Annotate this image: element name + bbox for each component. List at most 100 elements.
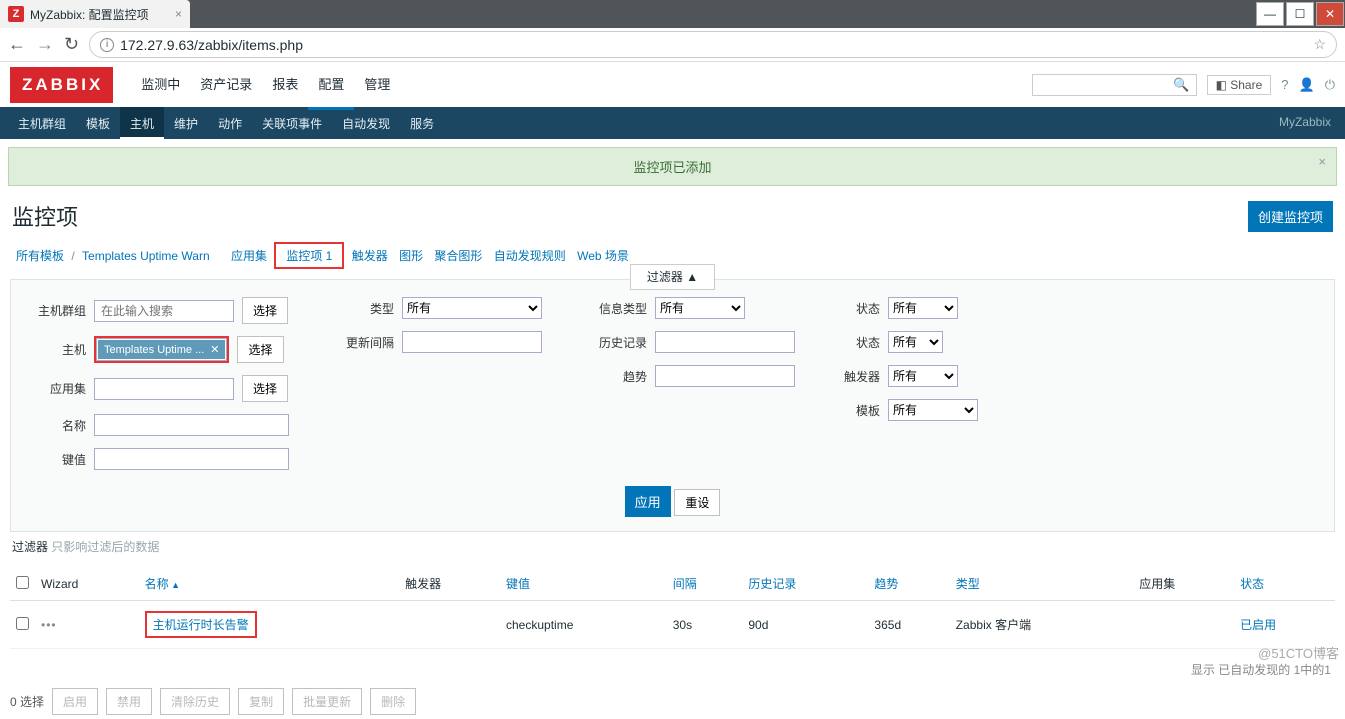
- address-bar: ← → ↻ i 172.27.9.63/zabbix/items.php ☆: [0, 28, 1345, 62]
- lbl-appset: 应用集: [31, 380, 86, 397]
- col-trigger: 触发器: [399, 567, 500, 601]
- menu-monitoring[interactable]: 监测中: [131, 60, 190, 110]
- cell-key: checkuptime: [500, 601, 667, 649]
- item-name-link[interactable]: 主机运行时长告警: [153, 618, 249, 632]
- col-trend[interactable]: 趋势: [874, 577, 898, 591]
- bulk-delete-button[interactable]: 删除: [370, 688, 416, 715]
- col-type[interactable]: 类型: [956, 577, 980, 591]
- subnav-hosts[interactable]: 主机: [120, 107, 164, 139]
- browser-tab[interactable]: Z MyZabbix: 配置监控项 ×: [0, 0, 190, 28]
- cell-interval: 30s: [667, 601, 743, 649]
- apply-button[interactable]: 应用: [625, 486, 671, 517]
- tab-web[interactable]: Web 场景: [577, 249, 629, 263]
- items-table: Wizard 名称 触发器 键值 间隔 历史记录 趋势 类型 应用集 状态 ••…: [10, 567, 1335, 649]
- bulk-clearhist-button[interactable]: 清除历史: [160, 688, 230, 715]
- reset-button[interactable]: 重设: [674, 489, 720, 516]
- lbl-trigger: 触发器: [825, 368, 880, 385]
- tab-discovery[interactable]: 自动发现规则: [494, 249, 566, 263]
- crumb-template-name[interactable]: Templates Uptime Warn: [82, 249, 210, 263]
- infotype-select[interactable]: 所有: [655, 297, 745, 319]
- zabbix-favicon: Z: [8, 6, 24, 22]
- filter-toggle[interactable]: 过滤器 ▲: [11, 268, 1334, 285]
- subnav-correlation[interactable]: 关联项事件: [252, 107, 332, 139]
- hostgroup-select-button[interactable]: 选择: [242, 297, 288, 324]
- maximize-button[interactable]: ☐: [1286, 2, 1314, 26]
- create-item-button[interactable]: 创建监控项: [1248, 201, 1333, 232]
- trigger-select[interactable]: 所有: [888, 365, 958, 387]
- bulk-massupdate-button[interactable]: 批量更新: [292, 688, 362, 715]
- browser-tab-bar: Z MyZabbix: 配置监控项 × — ☐ ✕: [0, 0, 1345, 28]
- tab-graphs[interactable]: 图形: [399, 249, 423, 263]
- bulk-enable-button[interactable]: 启用: [52, 688, 98, 715]
- subnav-hostgroups[interactable]: 主机群组: [8, 107, 76, 139]
- lbl-type: 类型: [319, 300, 394, 317]
- type-select[interactable]: 所有: [402, 297, 542, 319]
- back-icon[interactable]: ←: [8, 34, 26, 55]
- subnav-templates[interactable]: 模板: [76, 107, 120, 139]
- window-controls: — ☐ ✕: [1255, 0, 1345, 28]
- appset-input[interactable]: [94, 378, 234, 400]
- crumb-sep: /: [71, 249, 74, 263]
- bulk-disable-button[interactable]: 禁用: [106, 688, 152, 715]
- row-checkbox[interactable]: [16, 617, 29, 630]
- tab-items[interactable]: 监控项 1: [286, 249, 332, 263]
- subnav-actions[interactable]: 动作: [208, 107, 252, 139]
- token-remove-icon[interactable]: ✕: [210, 343, 219, 356]
- tab-title: MyZabbix: 配置监控项: [30, 6, 149, 23]
- appset-select-button[interactable]: 选择: [242, 375, 288, 402]
- subnav-discovery[interactable]: 自动发现: [332, 107, 400, 139]
- template-select[interactable]: 所有: [888, 399, 978, 421]
- reload-icon[interactable]: ↻: [64, 34, 79, 55]
- forward-icon[interactable]: →: [36, 34, 54, 55]
- filter-note: 过滤器 只影响过滤后的数据: [0, 532, 1345, 561]
- filter-panel: 过滤器 ▲ 主机群组 选择 主机 Templates Uptime ...✕ 选…: [10, 279, 1335, 532]
- col-appset: 应用集: [1133, 567, 1234, 601]
- interval-input[interactable]: [402, 331, 542, 353]
- menu-configuration[interactable]: 配置: [308, 60, 354, 110]
- history-input[interactable]: [655, 331, 795, 353]
- table-header-row: Wizard 名称 触发器 键值 间隔 历史记录 趋势 类型 应用集 状态: [10, 567, 1335, 601]
- share-button[interactable]: ◧ Share: [1207, 75, 1272, 95]
- crumb-all-templates[interactable]: 所有模板: [16, 249, 64, 263]
- col-interval[interactable]: 间隔: [673, 577, 697, 591]
- search-input[interactable]: 🔍: [1032, 74, 1197, 96]
- menu-admin[interactable]: 管理: [354, 60, 400, 110]
- col-key[interactable]: 键值: [506, 577, 530, 591]
- user-icon[interactable]: 👤: [1299, 77, 1315, 93]
- host-token[interactable]: Templates Uptime ...✕: [98, 340, 225, 359]
- info-icon[interactable]: i: [100, 38, 114, 52]
- state-select[interactable]: 所有: [888, 297, 958, 319]
- hostgroup-input[interactable]: [94, 300, 234, 322]
- power-icon[interactable]: ⏻: [1325, 77, 1335, 93]
- menu-reports[interactable]: 报表: [262, 60, 308, 110]
- state2-select[interactable]: 所有: [888, 331, 943, 353]
- tab-applications[interactable]: 应用集: [231, 249, 267, 263]
- alert-close-icon[interactable]: ×: [1318, 154, 1326, 169]
- zabbix-logo[interactable]: ZABBIX: [10, 67, 113, 103]
- trend-input[interactable]: [655, 365, 795, 387]
- close-window-button[interactable]: ✕: [1316, 2, 1344, 26]
- help-icon[interactable]: ?: [1281, 77, 1288, 92]
- col-history[interactable]: 历史记录: [748, 577, 796, 591]
- item-name-highlight: 主机运行时长告警: [145, 611, 257, 638]
- minimize-button[interactable]: —: [1256, 2, 1284, 26]
- col-state[interactable]: 状态: [1240, 577, 1264, 591]
- bookmark-icon[interactable]: ☆: [1313, 36, 1326, 53]
- name-input[interactable]: [94, 414, 289, 436]
- bulk-copy-button[interactable]: 复制: [238, 688, 284, 715]
- page-title: 监控项: [12, 200, 78, 232]
- host-select-button[interactable]: 选择: [237, 336, 283, 363]
- url-input[interactable]: i 172.27.9.63/zabbix/items.php ☆: [89, 31, 1337, 58]
- subnav-maintenance[interactable]: 维护: [164, 107, 208, 139]
- lbl-host: 主机: [31, 341, 86, 358]
- select-all-checkbox[interactable]: [16, 576, 29, 589]
- wizard-menu-icon[interactable]: •••: [41, 618, 57, 632]
- subnav-services[interactable]: 服务: [400, 107, 444, 139]
- state-link[interactable]: 已启用: [1240, 618, 1276, 632]
- tab-screens[interactable]: 聚合图形: [434, 249, 482, 263]
- menu-inventory[interactable]: 资产记录: [190, 60, 262, 110]
- tab-triggers[interactable]: 触发器: [352, 249, 388, 263]
- close-icon[interactable]: ×: [175, 7, 182, 21]
- col-name[interactable]: 名称: [145, 577, 180, 591]
- key-input[interactable]: [94, 448, 289, 470]
